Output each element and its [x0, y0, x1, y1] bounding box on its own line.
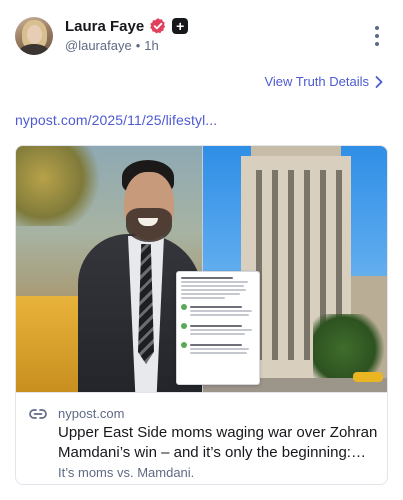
plus-badge-icon: + — [172, 18, 189, 34]
link-preview-card[interactable]: nypost.com Upper East Side moms waging w… — [15, 145, 388, 485]
author-meta: @laurafaye • 1h — [65, 38, 159, 53]
post: Laura Faye + @laurafaye • 1h View Truth … — [0, 0, 403, 500]
view-truth-details-label: View Truth Details — [264, 74, 369, 89]
post-timestamp[interactable]: 1h — [144, 38, 158, 53]
card-image — [16, 146, 387, 392]
link-icon — [29, 409, 47, 419]
verified-badge-icon — [150, 18, 166, 34]
card-image-comment-screenshot — [176, 271, 260, 385]
meta-separator: • — [135, 38, 141, 53]
avatar[interactable] — [15, 17, 53, 55]
author-display-name[interactable]: Laura Faye — [65, 18, 144, 35]
card-description: It’s moms vs. Mamdani. — [58, 465, 195, 480]
card-body: nypost.com Upper East Side moms waging w… — [16, 392, 387, 484]
card-title: Upper East Side moms waging war over Zoh… — [58, 424, 378, 461]
view-truth-details-link[interactable]: View Truth Details — [264, 74, 383, 89]
post-link[interactable]: nypost.com/2025/11/25/lifestyl... — [15, 112, 217, 128]
more-options-button[interactable] — [370, 26, 384, 46]
card-image-left-photo — [16, 146, 202, 392]
author-handle[interactable]: @laurafaye — [65, 38, 132, 53]
card-domain: nypost.com — [58, 406, 125, 421]
author-name-row: Laura Faye + — [65, 16, 189, 36]
chevron-right-icon — [375, 75, 383, 88]
more-vertical-icon — [375, 26, 379, 30]
